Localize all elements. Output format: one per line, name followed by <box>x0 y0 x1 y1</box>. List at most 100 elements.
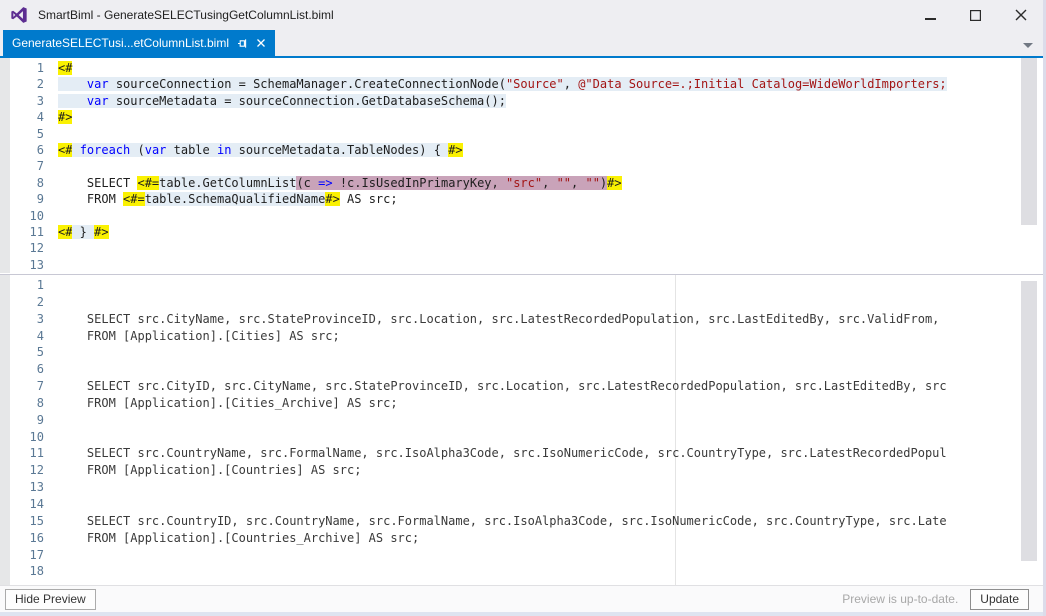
editor-scrollbar-track[interactable] <box>1019 58 1039 273</box>
code-line[interactable]: FROM [Application].[Cities_Archive] AS s… <box>44 395 398 412</box>
line-number: 15 <box>0 513 44 530</box>
editor-line-row: 6<# foreach (var table in sourceMetadata… <box>0 142 1043 158</box>
minimize-button[interactable] <box>908 0 953 30</box>
code-line[interactable]: <# } #> <box>44 224 109 240</box>
code-line[interactable]: FROM [Application].[Cities] AS src; <box>44 328 340 345</box>
hide-preview-button[interactable]: Hide Preview <box>5 589 96 610</box>
code-line[interactable] <box>44 412 58 429</box>
code-line[interactable] <box>44 208 58 224</box>
tab-list-chevron-down-icon[interactable] <box>1023 43 1033 48</box>
line-number: 9 <box>0 191 44 207</box>
preview-scrollbar-track[interactable] <box>1019 275 1039 585</box>
code-line[interactable] <box>44 547 58 564</box>
code-line[interactable] <box>44 496 58 513</box>
code-line[interactable] <box>44 479 58 496</box>
line-number: 13 <box>0 257 44 273</box>
line-number: 8 <box>0 395 44 412</box>
editor-line-row: 11 SELECT src.CountryName, src.FormalNam… <box>0 445 1043 462</box>
close-icon <box>256 38 266 48</box>
code-line[interactable] <box>44 563 58 580</box>
editor-line-row: 5 <box>0 126 1043 142</box>
minimize-icon <box>925 10 936 21</box>
code-line[interactable] <box>44 429 58 446</box>
code-line[interactable]: FROM [Application].[Countries_Archive] A… <box>44 530 419 547</box>
code-line[interactable] <box>44 344 58 361</box>
editor-line-row: 12 FROM [Application].[Countries] AS src… <box>0 462 1043 479</box>
code-line[interactable]: <# foreach (var table in sourceMetadata.… <box>44 142 463 158</box>
code-line[interactable]: SELECT src.CityName, src.StateProvinceID… <box>44 311 939 328</box>
code-line[interactable] <box>44 257 58 273</box>
editor-line-row: 3 var sourceMetadata = sourceConnection.… <box>0 93 1043 109</box>
code-line[interactable]: var sourceConnection = SchemaManager.Cre… <box>44 76 947 92</box>
line-number: 12 <box>0 240 44 256</box>
line-number: 1 <box>0 277 44 294</box>
editor-line-row: 2 <box>0 294 1043 311</box>
line-number: 18 <box>0 563 44 580</box>
editor-line-row: 10 <box>0 208 1043 224</box>
biml-editor-pane[interactable]: 1<#2 var sourceConnection = SchemaManage… <box>0 58 1043 273</box>
line-number: 14 <box>0 496 44 513</box>
code-line[interactable]: #> <box>44 109 72 125</box>
close-button[interactable] <box>998 0 1043 30</box>
pin-tab-button[interactable] <box>237 38 248 49</box>
code-line[interactable] <box>44 361 58 378</box>
editor-scrollbar-thumb[interactable] <box>1021 58 1037 225</box>
close-tab-button[interactable] <box>256 38 266 48</box>
code-line[interactable]: SELECT src.CityID, src.CityName, src.Sta… <box>44 378 947 395</box>
line-number: 6 <box>0 361 44 378</box>
editor-line-row: 6 <box>0 361 1043 378</box>
editor-line-row: 9 <box>0 412 1043 429</box>
tab-bar: GenerateSELECTusi...etColumnList.biml <box>0 30 1043 58</box>
editor-line-row: 11<# } #> <box>0 224 1043 240</box>
line-number: 1 <box>0 60 44 76</box>
code-line[interactable] <box>44 126 58 142</box>
window-title: SmartBiml - GenerateSELECTusingGetColumn… <box>38 8 334 22</box>
maximize-icon <box>970 10 981 21</box>
code-line[interactable]: FROM [Application].[Countries] AS src; <box>44 462 361 479</box>
line-number: 6 <box>0 142 44 158</box>
line-number: 16 <box>0 530 44 547</box>
line-number: 10 <box>0 429 44 446</box>
editor-line-row: 4 FROM [Application].[Cities] AS src; <box>0 328 1043 345</box>
editor-line-row: 8 SELECT <#=table.GetColumnList(c => !c.… <box>0 175 1043 191</box>
line-number: 11 <box>0 445 44 462</box>
line-number: 12 <box>0 462 44 479</box>
window-bottom-edge <box>0 612 1046 616</box>
editor-line-row: 13 <box>0 479 1043 496</box>
preview-pane[interactable]: 123 SELECT src.CityName, src.StateProvin… <box>0 274 1043 585</box>
code-line[interactable]: FROM <#=table.SchemaQualifiedName#> AS s… <box>44 191 398 207</box>
editor-line-row: 5 <box>0 344 1043 361</box>
code-line[interactable] <box>44 294 58 311</box>
preview-status-bar: Hide Preview Preview is up-to-date. Upda… <box>0 585 1043 612</box>
editor-line-row: 9 FROM <#=table.SchemaQualifiedName#> AS… <box>0 191 1043 207</box>
code-line[interactable]: SELECT src.CountryName, src.FormalName, … <box>44 445 947 462</box>
editor-line-row: 7 <box>0 158 1043 174</box>
code-line[interactable] <box>44 277 58 294</box>
editor-line-row: 8 FROM [Application].[Cities_Archive] AS… <box>0 395 1043 412</box>
line-number: 8 <box>0 175 44 191</box>
code-line[interactable]: <# <box>44 60 72 76</box>
code-line[interactable] <box>44 240 58 256</box>
tab-generate-select-biml[interactable]: GenerateSELECTusi...etColumnList.biml <box>3 30 275 56</box>
preview-scrollbar-thumb[interactable] <box>1021 281 1037 561</box>
line-number: 5 <box>0 344 44 361</box>
update-button[interactable]: Update <box>970 589 1029 610</box>
line-number: 3 <box>0 93 44 109</box>
line-number: 7 <box>0 378 44 395</box>
window-controls <box>908 0 1043 30</box>
editor-line-row: 4#> <box>0 109 1043 125</box>
line-number: 2 <box>0 76 44 92</box>
code-line[interactable]: var sourceMetadata = sourceConnection.Ge… <box>44 93 506 109</box>
editor-line-row: 13 <box>0 257 1043 273</box>
code-line[interactable]: SELECT <#=table.GetColumnList(c => !c.Is… <box>44 175 622 191</box>
line-number: 11 <box>0 224 44 240</box>
title-bar: SmartBiml - GenerateSELECTusingGetColumn… <box>0 0 1043 30</box>
close-icon <box>1015 9 1027 21</box>
visual-studio-logo-icon <box>10 6 28 24</box>
editor-line-row: 1 <box>0 277 1043 294</box>
maximize-button[interactable] <box>953 0 998 30</box>
code-line[interactable] <box>44 158 58 174</box>
editor-line-row: 3 SELECT src.CityName, src.StateProvince… <box>0 311 1043 328</box>
editor-line-row: 10 <box>0 429 1043 446</box>
code-line[interactable]: SELECT src.CountryID, src.CountryName, s… <box>44 513 947 530</box>
